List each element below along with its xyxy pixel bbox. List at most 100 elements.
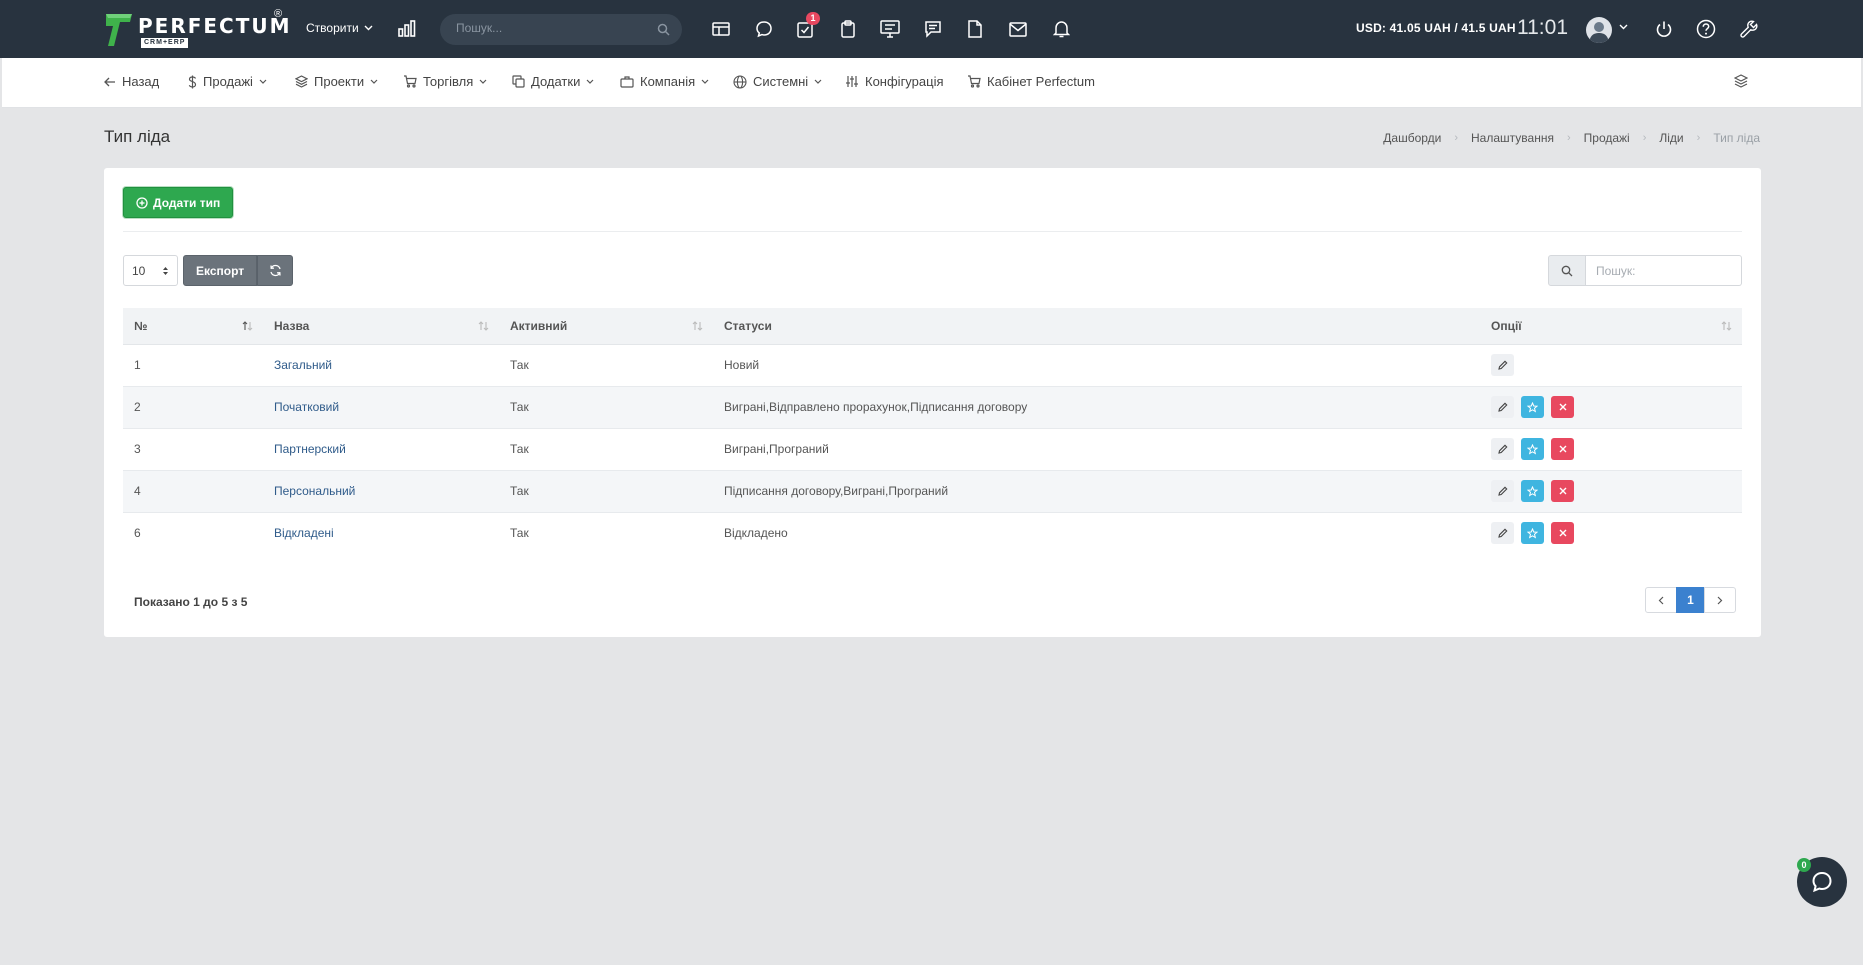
column-header-label: Статуси	[724, 318, 772, 333]
chevron-down-icon[interactable]	[1619, 24, 1628, 30]
nav-addons[interactable]: Додатки	[512, 74, 594, 89]
clock: 11:01	[1517, 16, 1568, 39]
table-row: 2 Початковий Так Виграні,Відправлено про…	[123, 386, 1742, 429]
star-icon	[1527, 485, 1538, 497]
sort-icon	[478, 321, 489, 331]
star-icon	[1527, 527, 1538, 539]
layers-icon[interactable]	[1734, 74, 1748, 88]
divider	[123, 231, 1742, 232]
nav-company[interactable]: Компанія	[620, 74, 709, 89]
cell-name-link[interactable]: Персональний	[263, 470, 499, 513]
pagination-next[interactable]	[1704, 587, 1736, 613]
currency-rate: USD: 41.05 UAH / 41.5 UAH	[1356, 21, 1516, 35]
table-search-input[interactable]	[1586, 255, 1742, 286]
refresh-icon	[270, 264, 281, 277]
lead-types-table: № Назва Активний Статуси Опції 1 Загальн…	[123, 308, 1742, 554]
chat-bubble-icon	[1812, 871, 1832, 893]
table-row: 1 Загальний Так Новий	[123, 344, 1742, 387]
favorite-button[interactable]	[1521, 522, 1544, 545]
cell-options	[1480, 386, 1742, 429]
page-length-select[interactable]: 10	[123, 255, 178, 286]
nav-trade[interactable]: Торгівля	[403, 74, 487, 89]
favorite-button[interactable]	[1521, 480, 1544, 502]
export-button-group: Експорт	[183, 255, 294, 286]
pencil-icon	[1497, 402, 1507, 412]
nav-sales[interactable]: Продажі	[188, 74, 267, 89]
avatar[interactable]	[1586, 17, 1612, 43]
delete-button[interactable]	[1551, 480, 1574, 502]
nav-back[interactable]: Назад	[104, 74, 159, 89]
delete-button[interactable]	[1551, 522, 1574, 545]
power-icon[interactable]	[1652, 17, 1676, 41]
favorite-button[interactable]	[1521, 396, 1544, 418]
delete-button[interactable]	[1551, 396, 1574, 418]
nav-projects[interactable]: Проекти	[295, 74, 378, 89]
chevron-left-icon	[1658, 596, 1664, 604]
add-type-button[interactable]: Додати тип	[123, 187, 234, 218]
breadcrumb-item[interactable]: Налаштування	[1471, 131, 1554, 145]
cell-name-link[interactable]: Відкладені	[263, 512, 499, 554]
breadcrumb-item[interactable]: Продажі	[1584, 131, 1630, 145]
chat-badge: 0	[1797, 858, 1811, 872]
clipboard-icon[interactable]	[836, 17, 860, 41]
plus-circle-icon	[136, 196, 148, 209]
monitor-icon[interactable]	[878, 17, 902, 41]
cell-name-link[interactable]: Партнерский	[263, 428, 499, 471]
breadcrumb-separator-icon: ›	[1696, 132, 1701, 144]
column-header-active[interactable]: Активний	[499, 308, 713, 345]
delete-button[interactable]	[1551, 438, 1574, 460]
breadcrumb-item[interactable]: Дашборди	[1383, 131, 1441, 145]
main-navigation: Назад Продажі Проекти Торгівля Додатки К…	[2, 58, 1861, 108]
export-button[interactable]: Експорт	[183, 255, 258, 286]
wrench-icon[interactable]	[1737, 17, 1761, 41]
chart-icon[interactable]	[395, 17, 419, 41]
breadcrumb-item[interactable]: Ліди	[1659, 131, 1683, 145]
cell-id: 2	[123, 386, 263, 429]
cell-active: Так	[499, 344, 713, 387]
chat-icon[interactable]	[752, 17, 776, 41]
table-search	[1548, 255, 1742, 286]
nav-cabinet[interactable]: Кабінет Perfectum	[967, 74, 1095, 89]
pagination-prev[interactable]	[1645, 587, 1677, 613]
cell-statuses: Виграні,Програний	[713, 428, 1480, 471]
edit-button[interactable]	[1491, 438, 1514, 460]
bell-icon[interactable]	[1049, 17, 1073, 41]
column-header-id[interactable]: №	[123, 308, 263, 345]
close-icon	[1559, 403, 1566, 411]
message-icon[interactable]	[921, 17, 945, 41]
pagination-page[interactable]: 1	[1676, 587, 1705, 613]
favorite-button[interactable]	[1521, 438, 1544, 460]
calendar-icon[interactable]	[709, 17, 733, 41]
nav-config[interactable]: Конфігурація	[845, 74, 944, 89]
edit-button[interactable]	[1491, 522, 1514, 545]
global-search[interactable]	[440, 14, 682, 45]
document-icon[interactable]	[963, 17, 987, 41]
table-row: 3 Партнерский Так Виграні,Програний	[123, 428, 1742, 471]
nav-system[interactable]: Системні	[733, 74, 822, 89]
edit-button[interactable]	[1491, 396, 1514, 418]
dollar-icon	[188, 75, 197, 88]
help-icon[interactable]	[1694, 17, 1718, 41]
close-icon	[1559, 529, 1566, 537]
column-header-options[interactable]: Опції	[1480, 308, 1742, 345]
lead-types-card: Додати тип 10 Експорт № Назва Активний	[104, 168, 1761, 637]
global-search-input[interactable]	[456, 21, 646, 35]
mail-icon[interactable]	[1006, 17, 1030, 41]
refresh-button[interactable]	[257, 255, 294, 286]
chevron-down-icon	[370, 79, 378, 84]
sort-asc-icon	[242, 321, 253, 331]
column-header-label: №	[134, 318, 148, 333]
column-header-name[interactable]: Назва	[263, 308, 499, 345]
column-header-label: Активний	[510, 318, 568, 333]
cell-active: Так	[499, 428, 713, 471]
tasks-badge: 1	[806, 12, 820, 25]
logo[interactable]: PERFECTUM ® CRM+ERP	[104, 8, 290, 50]
edit-button[interactable]	[1491, 480, 1514, 502]
edit-button[interactable]	[1491, 354, 1514, 376]
nav-sales-label: Продажі	[203, 74, 253, 89]
cell-name-link[interactable]: Початковий	[263, 386, 499, 429]
create-dropdown[interactable]: Створити	[306, 21, 373, 35]
star-icon	[1527, 401, 1538, 413]
sort-arrows-icon	[163, 267, 168, 275]
cell-name-link[interactable]: Загальний	[263, 344, 499, 387]
